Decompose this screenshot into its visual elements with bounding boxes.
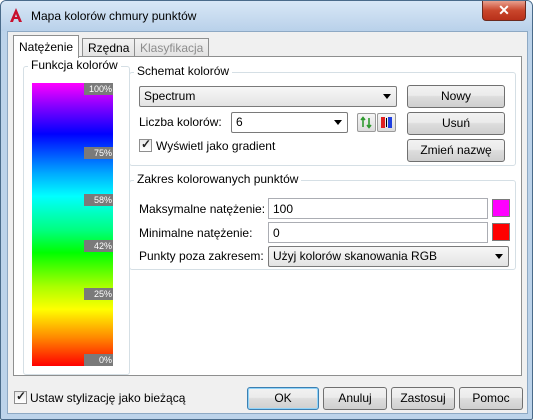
tab-classification: Klasyfikacja bbox=[134, 38, 210, 57]
window-title: Mapa kolorów chmury punktów bbox=[31, 9, 197, 23]
cancel-label: Anuluj bbox=[338, 391, 372, 405]
gradient-checkbox-label: Wyświetl jako gradient bbox=[156, 139, 276, 153]
cancel-button[interactable]: Anuluj bbox=[323, 387, 387, 410]
ok-button[interactable]: OK bbox=[247, 387, 319, 410]
ok-label: OK bbox=[274, 391, 292, 405]
tab-intensity[interactable]: Natężenie bbox=[13, 35, 80, 58]
remove-color-icon bbox=[381, 117, 392, 128]
outside-range-select[interactable]: Użyj kolorów skanowania RGB bbox=[268, 246, 509, 267]
min-intensity-label: Minimalne natężenie: bbox=[139, 226, 253, 240]
new-scheme-label: Nowy bbox=[440, 89, 471, 103]
rename-scheme-button[interactable]: Zmień nazwę bbox=[407, 139, 505, 162]
apply-label: Zastosuj bbox=[400, 391, 446, 405]
scheme-select[interactable]: Spectrum bbox=[139, 86, 397, 107]
color-scheme-title: Schemat kolorów bbox=[134, 64, 233, 78]
tab-label: Rzędna bbox=[88, 41, 130, 55]
close-button[interactable]: ✕ bbox=[482, 1, 526, 21]
max-intensity-label: Maksymalne natężenie: bbox=[139, 202, 266, 216]
gradient-label-0: 0% bbox=[84, 354, 113, 366]
checkmark-icon: ✓ bbox=[141, 137, 152, 151]
color-gradient-bar[interactable]: 100% 75% 58% 42% 25% 0% bbox=[32, 83, 113, 366]
delete-scheme-button[interactable]: Usuń bbox=[407, 112, 505, 135]
color-function-group: Funkcja kolorów 100% 75% 58% 42% 25% 0% bbox=[23, 58, 130, 375]
range-group: Zakres kolorowanych punktów Maksymalne n… bbox=[129, 172, 516, 270]
gradient-label-25: 25% bbox=[84, 288, 113, 300]
tab-label: Klasyfikacja bbox=[140, 41, 204, 55]
new-scheme-button[interactable]: Nowy bbox=[407, 85, 505, 108]
min-color-swatch[interactable] bbox=[492, 223, 510, 241]
dialog-window: Mapa kolorów chmury punktów ✕ Natężenie … bbox=[0, 0, 533, 420]
apply-button[interactable]: Zastosuj bbox=[391, 387, 455, 410]
delete-scheme-label: Usuń bbox=[441, 116, 470, 130]
scheme-select-value: Spectrum bbox=[144, 89, 196, 103]
color-scheme-group: Schemat kolorów Spectrum Nowy Liczba kol… bbox=[129, 64, 516, 166]
gradient-label-100: 100% bbox=[84, 83, 113, 95]
add-color-icon bbox=[360, 116, 372, 129]
max-color-swatch[interactable] bbox=[492, 199, 510, 217]
help-label: Pomoc bbox=[472, 391, 510, 405]
gradient-label-58: 58% bbox=[84, 194, 113, 206]
remove-color-button[interactable] bbox=[377, 113, 396, 132]
max-intensity-value: 100 bbox=[273, 202, 294, 216]
set-current-checkbox[interactable]: ✓ bbox=[14, 389, 27, 404]
set-current-label: Ustaw stylizację jako bieżącą bbox=[30, 391, 186, 405]
tab-elevation[interactable]: Rzędna bbox=[82, 38, 136, 57]
outside-range-label: Punkty poza zakresem: bbox=[139, 249, 264, 263]
min-intensity-input[interactable]: 0 bbox=[268, 222, 488, 243]
tab-label: Natężenie bbox=[19, 40, 74, 54]
help-button[interactable]: Pomoc bbox=[459, 387, 523, 410]
checkmark-icon: ✓ bbox=[16, 389, 27, 403]
add-color-button[interactable] bbox=[357, 113, 376, 132]
gradient-label-75: 75% bbox=[84, 147, 113, 159]
outside-range-value: Użyj kolorów skanowania RGB bbox=[273, 249, 438, 263]
chevron-down-icon bbox=[495, 254, 503, 259]
gradient-checkbox[interactable]: ✓ bbox=[139, 137, 152, 152]
autocad-logo-icon bbox=[10, 8, 22, 22]
chevron-down-icon bbox=[383, 94, 391, 99]
chevron-down-icon bbox=[334, 120, 342, 125]
min-intensity-value: 0 bbox=[273, 226, 280, 240]
color-count-value: 6 bbox=[236, 115, 243, 129]
color-count-select[interactable]: 6 bbox=[231, 112, 348, 133]
max-intensity-input[interactable]: 100 bbox=[268, 198, 488, 219]
rename-scheme-label: Zmień nazwę bbox=[420, 143, 492, 157]
range-title: Zakres kolorowanych punktów bbox=[134, 172, 302, 186]
close-icon: ✕ bbox=[498, 2, 510, 18]
color-function-title: Funkcja kolorów bbox=[28, 58, 121, 72]
title-bar[interactable]: Mapa kolorów chmury punktów ✕ bbox=[1, 1, 532, 31]
dialog-client: Natężenie Rzędna Klasyfikacja Funkcja ko… bbox=[7, 31, 528, 414]
gradient-label-42: 42% bbox=[84, 240, 113, 252]
color-count-label: Liczba kolorów: bbox=[139, 115, 222, 129]
tab-panel: Funkcja kolorów 100% 75% 58% 42% 25% 0% … bbox=[13, 56, 522, 376]
